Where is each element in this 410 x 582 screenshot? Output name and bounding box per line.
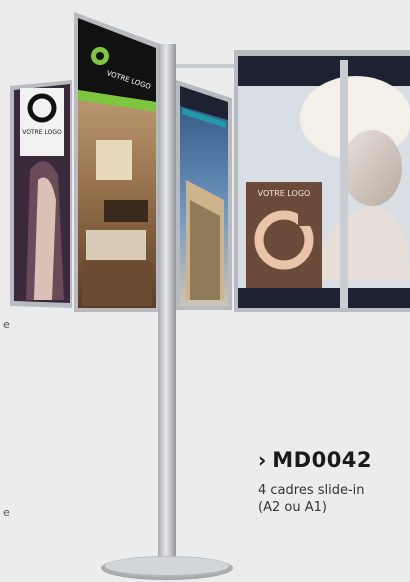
frame-panel-2: VOTRE LOGO [74,12,160,312]
product-description: 4 cadres slide-in (A2 ou A1) [258,483,365,515]
edge-mark-bottom: e [3,506,10,519]
frame-panel-3 [176,80,232,310]
edge-mark-top: e [3,318,10,331]
product-code: MD0042 [272,448,373,472]
panel1-logo-text: VOTRE LOGO [22,129,62,136]
chevron-right-icon: › [258,448,267,472]
product-caption: › MD0042 4 cadres slide-in (A2 ou A1) [258,448,408,516]
display-pole [158,44,176,572]
product-code-row: › MD0042 [258,448,408,472]
panel4-logo-text: VOTRE LOGO [258,189,311,198]
frame-panel-1: VOTRE LOGO [10,80,72,308]
frame-panel-4: VOTRE LOGO [234,50,410,312]
